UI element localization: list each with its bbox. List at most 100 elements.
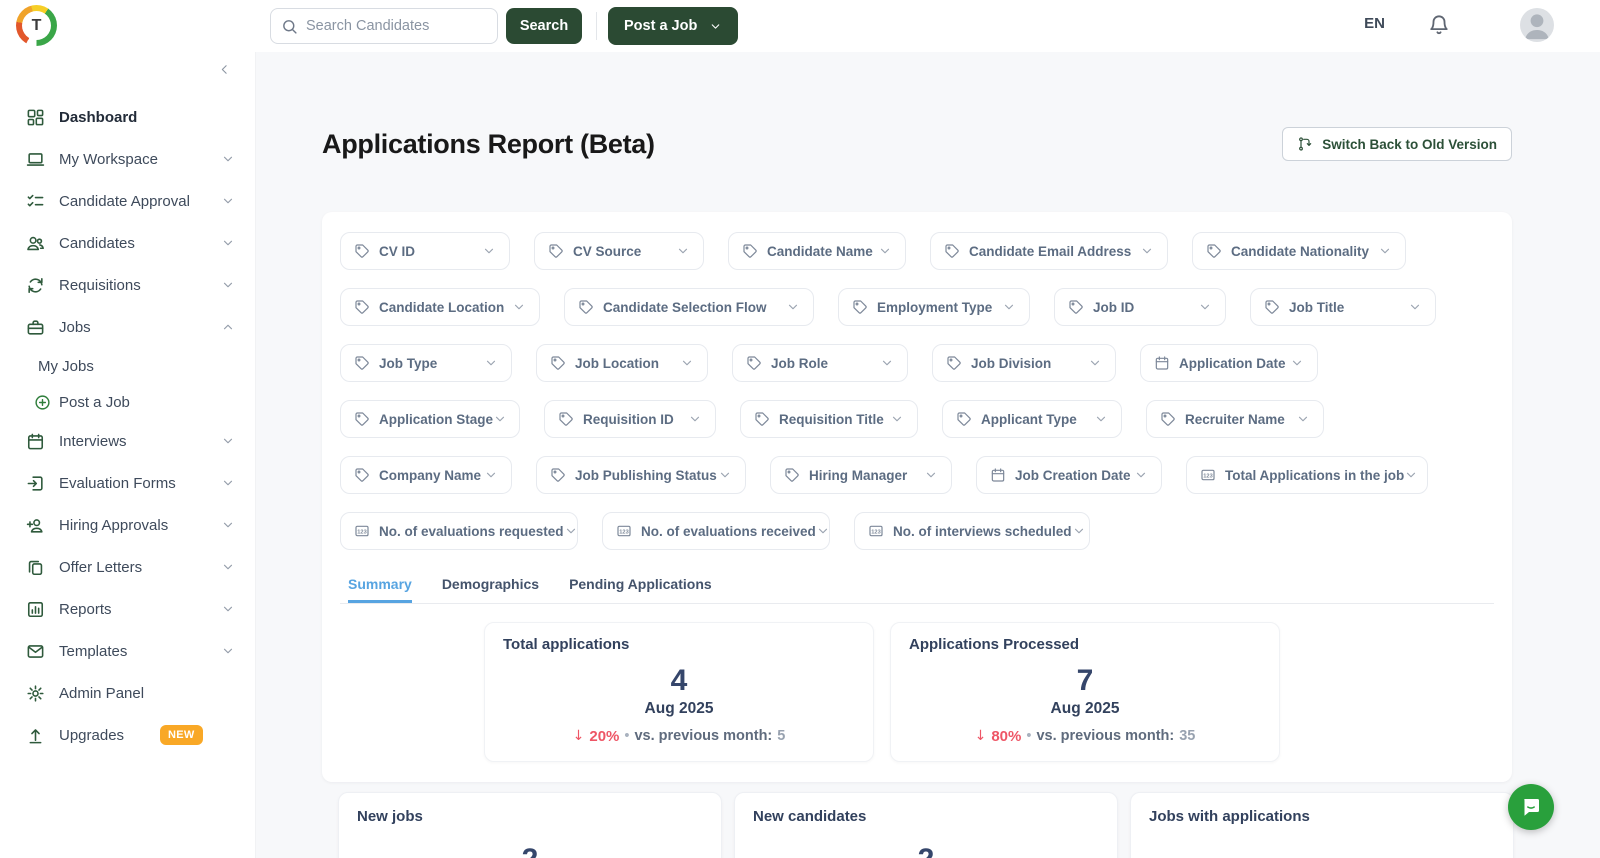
sidebar-item-my-jobs[interactable]: My Jobs [0, 348, 255, 384]
switch-back-to-old-version-button[interactable]: Switch Back to Old Version [1282, 127, 1512, 161]
sidebar-item-requisitions[interactable]: Requisitions [0, 264, 255, 306]
chevron-down-icon [512, 300, 526, 314]
sidebar-item-jobs[interactable]: Jobs [0, 306, 255, 348]
card-value: 2 [357, 843, 703, 858]
tag-icon [548, 243, 564, 259]
chevron-down-icon [221, 434, 235, 448]
sidebar-item-candidate-approval[interactable]: Candidate Approval [0, 180, 255, 222]
filter-chip-applicant-type[interactable]: Applicant Type [942, 400, 1122, 438]
search-candidates-box[interactable] [270, 8, 498, 44]
chevron-down-icon [1140, 244, 1154, 258]
sidebar-item-evaluation-forms[interactable]: Evaluation Forms [0, 462, 255, 504]
tab-summary[interactable]: Summary [348, 576, 412, 603]
topbar: T Search Post a Job EN [0, 0, 1600, 52]
chevron-down-icon [493, 412, 507, 426]
user-avatar[interactable] [1520, 8, 1554, 42]
chevron-down-icon [1378, 244, 1392, 258]
filter-chip-candidate-selection-flow[interactable]: Candidate Selection Flow [564, 288, 814, 326]
chevron-down-icon [1088, 356, 1102, 370]
filter-chip-cv-source[interactable]: CV Source [534, 232, 704, 270]
sidebar-item-templates[interactable]: Templates [0, 630, 255, 672]
search-button[interactable]: Search [506, 8, 582, 44]
tag-icon [1206, 243, 1222, 259]
sidebar-item-upgrades[interactable]: Upgrades NEW [0, 714, 255, 756]
filter-chip-label: Application Date [1179, 356, 1286, 371]
filter-chip-job-role[interactable]: Job Role [732, 344, 908, 382]
filter-chip-label: Candidate Location [379, 300, 504, 315]
tag-icon [946, 355, 962, 371]
filter-chip-application-date[interactable]: Application Date [1140, 344, 1318, 382]
filter-chip-hiring-manager[interactable]: Hiring Manager [770, 456, 952, 494]
sidebar-item-candidates[interactable]: Candidates [0, 222, 255, 264]
filter-chip-job-title[interactable]: Job Title [1250, 288, 1436, 326]
stat-previous-value: 35 [1179, 728, 1195, 744]
number-icon [354, 523, 370, 539]
chevron-down-icon [1002, 300, 1016, 314]
filter-chip-no-of-interviews-scheduled[interactable]: No. of interviews scheduled [854, 512, 1090, 550]
stat-value: 7 [909, 665, 1261, 697]
sidebar-item-label: Admin Panel [59, 685, 235, 702]
filter-chip-job-type[interactable]: Job Type [340, 344, 512, 382]
filter-chip-recruiter-name[interactable]: Recruiter Name [1146, 400, 1324, 438]
filter-chip-candidate-name[interactable]: Candidate Name [728, 232, 906, 270]
sidebar-collapse-icon[interactable] [218, 63, 231, 76]
tag-icon [354, 467, 370, 483]
app-logo[interactable]: T [16, 5, 57, 46]
tag-icon [754, 411, 770, 427]
filter-chip-job-id[interactable]: Job ID [1054, 288, 1226, 326]
card-new-candidates: New candidates 2 [734, 792, 1118, 858]
people-icon [26, 234, 45, 253]
tab-demographics[interactable]: Demographics [442, 576, 539, 603]
calendar-icon [26, 432, 45, 451]
card-title: New jobs [357, 807, 703, 827]
filter-chip-job-location[interactable]: Job Location [536, 344, 708, 382]
notifications-bell-icon[interactable] [1428, 14, 1450, 36]
search-input[interactable] [306, 18, 476, 34]
person-add-icon [26, 516, 45, 535]
filter-chip-requisition-title[interactable]: Requisition Title [740, 400, 918, 438]
sidebar-item-reports[interactable]: Reports [0, 588, 255, 630]
card-value: 2 [753, 843, 1099, 858]
filter-chip-label: Job Location [575, 356, 659, 371]
stat-period: Aug 2025 [503, 700, 855, 718]
sidebar-item-hiring-approvals[interactable]: Hiring Approvals [0, 504, 255, 546]
filter-chip-application-stage[interactable]: Application Stage [340, 400, 520, 438]
filter-chip-candidate-location[interactable]: Candidate Location [340, 288, 540, 326]
dashboard-icon [26, 108, 45, 127]
filter-chip-candidate-email-address[interactable]: Candidate Email Address [930, 232, 1168, 270]
briefcase-icon [26, 318, 45, 337]
filter-chip-job-publishing-status[interactable]: Job Publishing Status [536, 456, 746, 494]
chat-widget-button[interactable] [1508, 784, 1554, 830]
sidebar-item-interviews[interactable]: Interviews [0, 420, 255, 462]
number-icon [868, 523, 884, 539]
sidebar-item-label: Interviews [59, 433, 207, 450]
chevron-down-icon [484, 356, 498, 370]
filter-chip-job-division[interactable]: Job Division [932, 344, 1116, 382]
filter-chip-total-applications-in-the-job[interactable]: Total Applications in the job [1186, 456, 1428, 494]
tag-icon [742, 243, 758, 259]
sidebar-item-my-workspace[interactable]: My Workspace [0, 138, 255, 180]
sidebar-item-post-a-job[interactable]: Post a Job [0, 384, 255, 420]
filter-chip-label: Candidate Email Address [969, 244, 1131, 259]
post-a-job-button[interactable]: Post a Job [608, 7, 738, 45]
filter-chip-candidate-nationality[interactable]: Candidate Nationality [1192, 232, 1406, 270]
filter-chip-no-of-evaluations-requested[interactable]: No. of evaluations requested [340, 512, 578, 550]
filter-chip-cv-id[interactable]: CV ID [340, 232, 510, 270]
checklist-icon [26, 192, 45, 211]
chevron-down-icon [688, 412, 702, 426]
tab-pending-applications[interactable]: Pending Applications [569, 576, 712, 603]
filter-chip-employment-type[interactable]: Employment Type [838, 288, 1030, 326]
tag-icon [354, 355, 370, 371]
filter-chip-company-name[interactable]: Company Name [340, 456, 512, 494]
filter-chip-requisition-id[interactable]: Requisition ID [544, 400, 716, 438]
stats-row: Total applications 4 Aug 2025 20% vs. pr… [340, 622, 1494, 762]
filter-chip-label: CV Source [573, 244, 641, 259]
bottom-cards-row: New jobs 2 New candidates 2 Jobs with ap… [338, 792, 1600, 858]
language-switcher[interactable]: EN [1364, 15, 1385, 32]
sidebar-subitem-label: Post a Job [59, 394, 130, 411]
sidebar-item-admin-panel[interactable]: Admin Panel [0, 672, 255, 714]
filter-chip-no-of-evaluations-received[interactable]: No. of evaluations received [602, 512, 830, 550]
sidebar-item-offer-letters[interactable]: Offer Letters [0, 546, 255, 588]
filter-chip-job-creation-date[interactable]: Job Creation Date [976, 456, 1162, 494]
sidebar-item-dashboard[interactable]: Dashboard [0, 96, 255, 138]
